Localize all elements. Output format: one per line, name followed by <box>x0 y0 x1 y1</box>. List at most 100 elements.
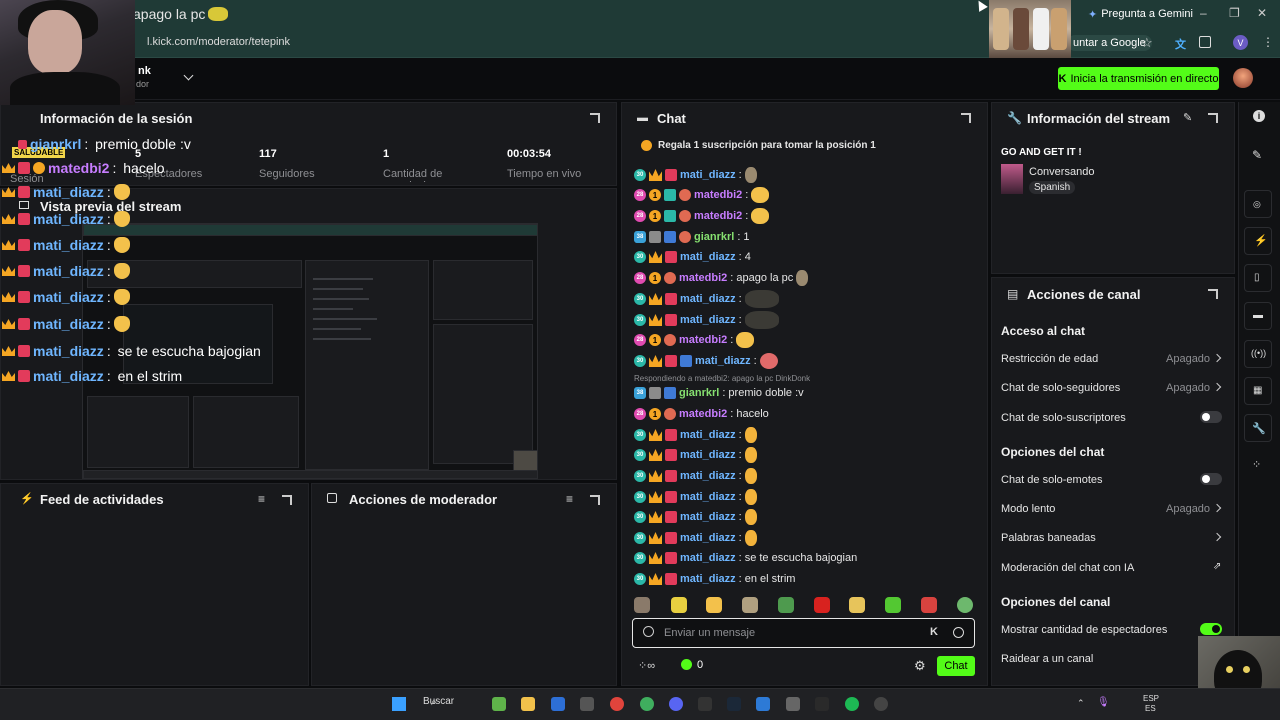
show-viewers-toggle[interactable] <box>1200 623 1222 635</box>
chat-username[interactable]: gianrkrl <box>694 231 734 243</box>
browser-tab-title[interactable]: apago la pc <box>133 6 205 22</box>
info-icon[interactable]: i <box>1253 110 1265 122</box>
emote-3[interactable] <box>706 597 722 613</box>
banned-words-label[interactable]: Palabras baneadas <box>1001 532 1096 544</box>
emotes-only-toggle[interactable] <box>1200 473 1222 485</box>
user-avatar[interactable] <box>1233 68 1253 88</box>
translate-icon[interactable]: 文 <box>1175 36 1186 52</box>
ai-moderation-label[interactable]: Moderación del chat con IA <box>1001 562 1134 574</box>
chat-username[interactable]: mati_diazz <box>680 251 736 263</box>
chat-username[interactable]: matedbi2 <box>679 334 727 346</box>
go-live-button[interactable]: K Inicia la transmisión en directo <box>1058 67 1219 90</box>
external-link-icon[interactable]: ⇗ <box>1213 561 1221 572</box>
activity-filter-icon[interactable]: ≡ <box>258 492 265 506</box>
chat-username[interactable]: gianrkrl <box>679 387 719 399</box>
close-window-button[interactable]: ✕ <box>1257 6 1267 20</box>
chat-message[interactable]: 30 mati_diazz: <box>634 446 757 464</box>
app2-icon[interactable] <box>874 697 888 711</box>
chat-message[interactable]: 30 mati_diazz: se te escucha bajogian <box>634 549 857 567</box>
chat-username[interactable]: mati_diazz <box>680 573 736 585</box>
mod-filter-icon[interactable]: ≡ <box>566 492 573 506</box>
chat-message[interactable]: 30 mati_diazz:4 <box>634 248 751 266</box>
chat-input-placeholder[interactable]: Enviar un mensaje <box>664 627 755 639</box>
chat-username[interactable]: mati_diazz <box>680 470 736 482</box>
session-expand-icon[interactable] <box>590 113 600 123</box>
google-button[interactable]: untar a Google <box>1067 35 1152 51</box>
chat-message[interactable]: 30 mati_diazz: <box>634 488 757 506</box>
stream-category[interactable]: Conversando <box>1029 166 1094 178</box>
age-restriction-label[interactable]: Restricción de edad <box>1001 353 1098 365</box>
emote-1[interactable] <box>634 597 650 613</box>
emoji-picker-icon[interactable] <box>953 627 964 638</box>
chat-gear-icon[interactable]: ⚙ <box>914 658 926 674</box>
store-icon[interactable] <box>786 697 800 711</box>
minecraft-icon[interactable] <box>492 697 506 711</box>
gemini-button[interactable]: ✦ Pregunta a Gemini <box>1080 5 1201 23</box>
steam-icon[interactable] <box>727 697 741 711</box>
kick-emote-icon[interactable]: K <box>930 626 938 638</box>
maximize-button[interactable]: ❐ <box>1229 6 1240 20</box>
chat-expand-icon[interactable] <box>961 113 971 123</box>
pencil-icon[interactable]: ✎ <box>1252 148 1262 162</box>
taskbar-search[interactable]: Buscar <box>423 696 454 707</box>
mod-expand-icon[interactable] <box>590 495 600 505</box>
chat-username[interactable]: matedbi2 <box>679 408 727 420</box>
emote-9[interactable] <box>921 597 937 613</box>
channel-actions-expand-icon[interactable] <box>1208 289 1218 299</box>
subs-only-toggle[interactable] <box>1200 411 1222 423</box>
emote-8[interactable] <box>885 597 901 613</box>
windows-start-icon[interactable] <box>392 697 406 711</box>
obs-icon[interactable] <box>815 697 829 711</box>
file-explorer-icon[interactable] <box>521 697 535 711</box>
pinned-gift-banner[interactable]: Regala 1 suscripción para tomar la posic… <box>658 140 876 151</box>
chat-username[interactable]: mati_diazz <box>680 429 736 441</box>
chat-message[interactable]: 28 1 matedbi2: <box>634 186 770 204</box>
chat-message[interactable]: 30 mati_diazz: <box>634 508 757 526</box>
send-chat-button[interactable]: Chat <box>937 656 975 676</box>
bookmark-star-icon[interactable]: ☆ <box>1141 35 1153 51</box>
chat-message[interactable]: 30 mati_diazz: <box>634 426 757 444</box>
chat-message[interactable]: 30 mati_diazz: en el strim <box>634 570 795 588</box>
chat-username[interactable]: matedbi2 <box>694 210 742 222</box>
chat-message[interactable]: 30 mati_diazz: <box>634 352 778 370</box>
app-icon[interactable] <box>551 697 565 711</box>
terminal-icon[interactable] <box>698 697 712 711</box>
vscode-icon[interactable] <box>756 697 770 711</box>
chat-message[interactable]: 28 1 matedbi2: hacelo <box>634 405 769 423</box>
edit-icon[interactable]: ✎ <box>1183 111 1192 124</box>
emote-6[interactable] <box>814 597 830 613</box>
chat-username[interactable]: mati_diazz <box>680 449 736 461</box>
chrome-icon[interactable] <box>610 697 624 711</box>
chat-username[interactable]: matedbi2 <box>694 189 742 201</box>
chat-message[interactable]: 30 mati_diazz: <box>634 166 757 184</box>
chat-username[interactable]: mati_diazz <box>680 552 736 564</box>
connections-icon[interactable]: ⁘ <box>1252 458 1261 471</box>
lang-indicator[interactable]: ESP <box>1143 694 1159 703</box>
emote-5[interactable] <box>778 597 794 613</box>
discord-icon[interactable] <box>669 697 683 711</box>
chat-username[interactable]: mati_diazz <box>680 293 736 305</box>
spotify-icon[interactable] <box>845 697 859 711</box>
chat-message[interactable]: 28 1 matedbi2: apago la pc <box>634 269 809 287</box>
chat-username[interactable]: mati_diazz <box>680 511 736 523</box>
minimize-button[interactable]: – <box>1200 6 1207 20</box>
unity-icon[interactable] <box>580 697 594 711</box>
chrome-active-icon[interactable] <box>640 697 654 711</box>
url-field[interactable]: l.kick.com/moderator/tetepink <box>147 36 290 48</box>
emote-4[interactable] <box>742 597 758 613</box>
stream-info-expand-icon[interactable] <box>1208 113 1218 123</box>
chat-username[interactable]: mati_diazz <box>680 314 736 326</box>
chat-message[interactable]: 30 mati_diazz: <box>634 467 757 485</box>
activity-expand-icon[interactable] <box>282 495 292 505</box>
chat-message[interactable]: 28 1 matedbi2: <box>634 207 770 225</box>
chat-message[interactable]: 38 gianrkrl:1 <box>634 228 750 246</box>
emote-2[interactable] <box>671 597 687 613</box>
extensions-icon[interactable] <box>1199 36 1211 48</box>
raid-channel-label[interactable]: Raidear a un canal <box>1001 653 1093 665</box>
chat-username[interactable]: matedbi2 <box>679 272 727 284</box>
followers-only-label[interactable]: Chat de solo-seguidores <box>1001 382 1120 394</box>
emote-7[interactable] <box>849 597 865 613</box>
chat-username[interactable]: mati_diazz <box>680 532 736 544</box>
chat-message[interactable]: 28 1 matedbi2: <box>634 331 755 349</box>
mic-icon[interactable]: 🎙 <box>1097 697 1110 708</box>
